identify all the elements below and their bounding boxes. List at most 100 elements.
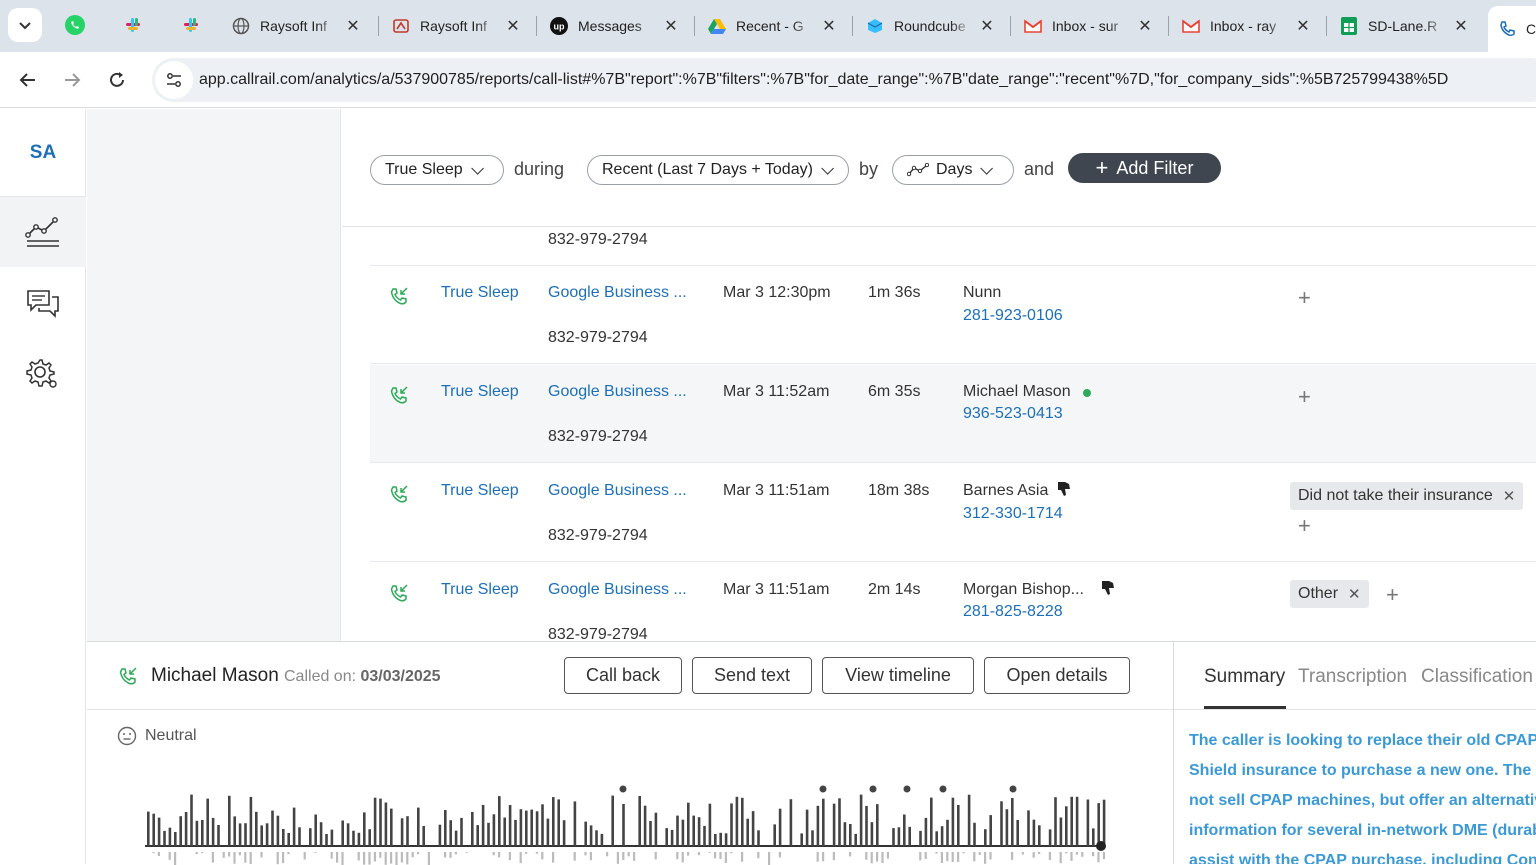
close-icon[interactable]: ✕ [504, 16, 522, 36]
waveform-bar [546, 818, 550, 846]
reload-button[interactable] [101, 64, 133, 96]
close-icon[interactable]: ✕ [978, 16, 996, 36]
nav-settings[interactable] [0, 339, 86, 409]
site-settings-icon[interactable] [155, 61, 193, 99]
tab-inbox-2[interactable]: Inbox - ray ✕ [1172, 8, 1322, 44]
address-bar[interactable]: app.callrail.com/analytics/a/537900785/r… [152, 58, 1536, 102]
tracking-number: 832-979-2794 [548, 527, 648, 544]
waveform-bar [492, 814, 496, 846]
company-link[interactable]: True Sleep [441, 383, 519, 401]
nav-conversations[interactable] [0, 269, 86, 339]
waveform-bar-secondary [390, 852, 393, 864]
caller-number-link[interactable]: 281-923-0106 [963, 307, 1063, 325]
call-audio-waveform[interactable] [145, 782, 1115, 865]
add-tag-plus-icon[interactable]: + [1386, 582, 1399, 608]
source-link[interactable]: Google Business ... [548, 482, 687, 500]
slack-pinned-tab-1[interactable] [118, 10, 148, 40]
company-link[interactable]: True Sleep [441, 581, 519, 599]
waveform-bar-secondary [973, 852, 976, 862]
close-icon[interactable]: ✕ [1294, 16, 1312, 36]
url-text: app.callrail.com/analytics/a/537900785/r… [199, 71, 1448, 89]
waveform-bar-secondary [1070, 852, 1073, 861]
waveform-bar [217, 825, 220, 846]
tag-label: Did not take their insurance [1298, 487, 1493, 504]
waveform-bar-secondary [363, 852, 366, 865]
view-timeline-button[interactable]: View timeline [822, 657, 974, 694]
call-datetime: Mar 3 12:30pm [723, 284, 831, 301]
waveform-bar-secondary [1048, 852, 1051, 861]
close-icon[interactable]: ✕ [820, 16, 838, 36]
tab-messages[interactable]: up Messages ✕ [540, 8, 690, 44]
tab-roundcube[interactable]: Roundcube ✕ [856, 8, 1006, 44]
send-text-button[interactable]: Send text [692, 657, 812, 694]
add-tag-plus-icon[interactable]: + [1298, 285, 1311, 311]
waveform-bar [346, 823, 350, 846]
tab-label: SD-Lane.R [1368, 18, 1438, 34]
account-avatar[interactable]: SA [0, 109, 86, 197]
chat-bubbles-icon [27, 290, 59, 318]
back-button[interactable] [12, 64, 44, 96]
add-tag-plus-icon[interactable]: + [1298, 384, 1311, 410]
company-filter-dropdown[interactable]: True Sleep [370, 155, 504, 185]
waveform-bar [265, 823, 269, 846]
forward-button[interactable] [56, 64, 88, 96]
company-link[interactable]: True Sleep [441, 482, 519, 500]
table-row[interactable]: True Sleep Google Business ... 832-979-2… [370, 563, 1536, 641]
caller-number-link[interactable]: 281-825-8228 [963, 603, 1063, 621]
tab-classification[interactable]: Classification [1421, 666, 1533, 688]
remove-tag-icon[interactable]: ✕ [1503, 487, 1516, 505]
tab-transcription[interactable]: Transcription [1298, 666, 1407, 688]
close-icon[interactable]: ✕ [662, 16, 680, 36]
company-link[interactable]: True Sleep [441, 284, 519, 302]
tab-search-button[interactable] [8, 8, 42, 42]
waveform-bar-secondary [535, 852, 538, 854]
tab-callrail-active[interactable]: C [1488, 6, 1536, 52]
close-icon[interactable]: ✕ [1452, 16, 1470, 36]
table-row[interactable]: True Sleep Google Business ... 832-979-2… [370, 464, 1536, 562]
waveform-bar [1075, 796, 1079, 846]
table-row[interactable]: True Sleep Google Business ... 832-979-2… [370, 266, 1536, 364]
nav-analytics[interactable] [0, 197, 86, 267]
caller-number-link[interactable]: 312-330-1714 [963, 505, 1063, 523]
add-filter-button[interactable]: + Add Filter [1068, 153, 1221, 183]
tab-sheets[interactable]: SD-Lane.R ✕ [1330, 8, 1480, 44]
slack-pinned-tab-2[interactable] [176, 10, 206, 40]
waveform-bar-secondary [606, 852, 609, 857]
waveform-bar-secondary [238, 852, 241, 856]
tab-google-drive[interactable]: Recent - G ✕ [698, 8, 848, 44]
tab-label: Inbox - ray [1210, 18, 1277, 34]
whatsapp-pinned-tab[interactable] [60, 10, 90, 40]
close-icon[interactable]: ✕ [1136, 16, 1154, 36]
waveform-bar [260, 825, 263, 846]
active-tab-underline [1204, 706, 1286, 709]
waveform-bar-secondary [222, 852, 225, 858]
waveform-bar [373, 797, 377, 846]
remove-tag-icon[interactable]: ✕ [1348, 585, 1361, 603]
source-link[interactable]: Google Business ... [548, 581, 687, 599]
tab-summary[interactable]: Summary [1204, 666, 1285, 688]
arrow-left-icon [19, 73, 35, 87]
waveform-bar [357, 832, 361, 846]
table-row-selected[interactable]: True Sleep Google Business ... 832-979-2… [370, 365, 1536, 463]
waveform-bar [503, 817, 506, 846]
tab-raysoft-1[interactable]: Raysoft Inf ✕ [222, 8, 372, 44]
source-link[interactable]: Google Business ... [548, 383, 687, 401]
table-row[interactable]: 832-979-2794 [370, 228, 1536, 266]
add-tag-plus-icon[interactable]: + [1298, 513, 1311, 539]
caller-number-link[interactable]: 936-523-0413 [963, 405, 1063, 423]
source-link[interactable]: Google Business ... [548, 284, 687, 302]
grouping-dropdown[interactable]: Days [892, 155, 1014, 185]
tab-inbox-1[interactable]: Inbox - sur ✕ [1014, 8, 1164, 44]
waveform-bar [460, 817, 463, 846]
trend-line-icon [907, 163, 929, 177]
waveform-bar [476, 825, 479, 846]
tab-raysoft-2[interactable]: Raysoft Inf ✕ [382, 8, 532, 44]
date-range-dropdown[interactable]: Recent (Last 7 Days + Today) [587, 155, 849, 185]
waveform-bar [811, 830, 814, 846]
open-details-button[interactable]: Open details [984, 657, 1130, 694]
close-icon[interactable]: ✕ [344, 16, 362, 36]
chevron-down-icon [19, 22, 31, 30]
call-back-button[interactable]: Call back [564, 657, 682, 694]
waveform-bar [822, 798, 825, 846]
waveform-marker [869, 785, 877, 793]
